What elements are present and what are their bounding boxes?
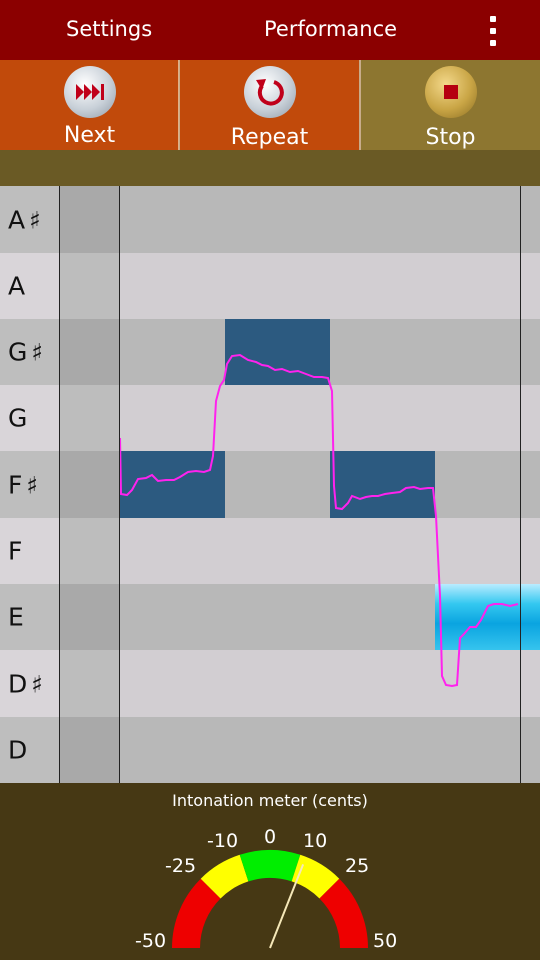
piano-roll: A ♯ A G ♯ G F ♯ F E D ♯ D: [0, 186, 540, 783]
next-button[interactable]: Next: [0, 60, 179, 150]
action-bar: Settings Performance: [0, 0, 540, 60]
next-label: Next: [63, 123, 116, 148]
tick-label: -25: [165, 855, 197, 877]
tick-label: 50: [373, 930, 398, 952]
kebab-menu-icon[interactable]: [480, 14, 506, 48]
skip-next-icon: [63, 66, 116, 118]
pitch-trace: [119, 353, 519, 688]
meter-gauge: [172, 850, 368, 949]
tick-label: 0: [264, 826, 277, 848]
repeat-label: Repeat: [230, 125, 309, 150]
stop-button[interactable]: Stop: [361, 60, 540, 150]
transport-toolbar: Next Repeat Stop: [0, 60, 540, 150]
stop-label: Stop: [425, 125, 476, 150]
grid-line: [520, 186, 521, 783]
intonation-meter: Intonation meter (cents) -50 -25 -10 0 1…: [0, 783, 540, 960]
repeat-button[interactable]: Repeat: [180, 60, 359, 150]
meter-zone: [239, 850, 301, 882]
repeat-icon: [243, 66, 296, 118]
performance-menu[interactable]: Performance: [264, 17, 397, 41]
stop-icon: [424, 66, 477, 118]
tick-label: 25: [345, 855, 370, 877]
playhead-start-line: [119, 186, 120, 783]
progress-strip: [0, 150, 540, 186]
tick-label: 10: [303, 830, 328, 852]
tick-label: -50: [135, 930, 167, 952]
tick-label: -10: [207, 830, 239, 852]
grid-line: [59, 186, 60, 783]
settings-menu[interactable]: Settings: [66, 17, 152, 41]
